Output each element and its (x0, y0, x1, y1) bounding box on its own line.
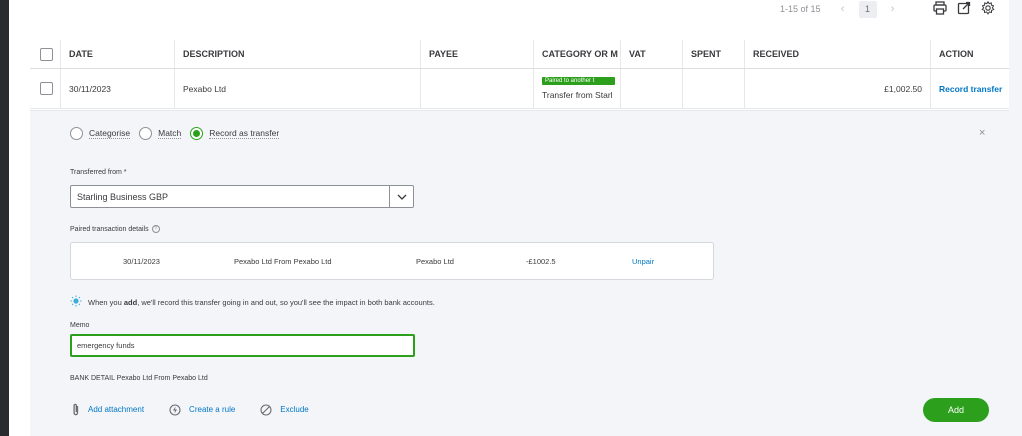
lightning-icon (169, 403, 181, 416)
row-category-text: Transfer from Starl (542, 90, 613, 100)
prev-page-button[interactable]: ‹ (837, 3, 849, 15)
transferred-from-select[interactable]: Starling Business GBP (70, 185, 414, 208)
radio-match-button[interactable] (139, 127, 153, 140)
exclude-label: Exclude (280, 405, 309, 414)
bank-detail-text: BANK DETAIL Pexabo Ltd From Pexabo Ltd (70, 375, 208, 382)
col-payee[interactable]: PAYEE (420, 40, 533, 68)
info-text-post: , we'll record this transfer going in an… (137, 297, 435, 307)
select-all-checkbox[interactable] (40, 47, 53, 61)
help-icon[interactable]: ? (151, 225, 160, 233)
radio-categorise[interactable]: Categorise (70, 127, 131, 140)
col-category[interactable]: CATEGORY OR M (533, 40, 620, 68)
create-rule-link[interactable]: Create a rule (169, 403, 236, 416)
pagination: 1-15 of 15 ‹ 1 › (780, 0, 899, 18)
row-payee (420, 69, 533, 108)
radio-match[interactable]: Match (139, 127, 182, 140)
transferred-from-value: Starling Business GBP (77, 191, 169, 202)
paired-amount: -£1002.5 (526, 257, 556, 266)
row-vat (620, 69, 682, 108)
table-header: DATE DESCRIPTION PAYEE CATEGORY OR M VAT… (30, 40, 1009, 69)
block-icon (260, 403, 272, 416)
record-transfer-link[interactable]: Record transfer (939, 84, 1002, 94)
row-action-cell: Record transfer (930, 69, 1009, 108)
row-received: £1,002.50 (744, 69, 930, 108)
paired-date: 30/11/2023 (123, 257, 160, 266)
row-date: 30/11/2023 (60, 69, 174, 108)
add-button[interactable]: Add (923, 398, 989, 422)
paired-details-label: Paired transaction details? (70, 225, 160, 233)
paired-payee: Pexabo Ltd (416, 257, 454, 266)
col-vat[interactable]: VAT (620, 40, 682, 68)
create-rule-label: Create a rule (189, 405, 236, 414)
next-page-button[interactable]: › (887, 3, 899, 15)
info-text-bold: add (123, 297, 138, 307)
col-description[interactable]: DESCRIPTION (174, 40, 420, 68)
close-panel-button[interactable]: × (979, 127, 985, 139)
paired-details-label-text: Paired transaction details (70, 225, 149, 233)
current-page-button[interactable]: 1 (858, 0, 877, 18)
info-text-pre: When you (88, 297, 124, 307)
transfer-info-message: When you add, we'll record this transfer… (70, 295, 435, 309)
radio-record-transfer-button[interactable] (190, 127, 204, 140)
action-mode-radios: Categorise Match Record as transfer (70, 127, 288, 140)
paperclip-icon (73, 403, 79, 416)
chevron-down-icon[interactable] (389, 186, 413, 207)
paired-description: Pexabo Ltd From Pexabo Ltd (234, 257, 332, 266)
print-icon[interactable] (933, 1, 947, 15)
window-right-edge (1009, 0, 1022, 436)
row-spent (682, 69, 744, 108)
pagination-count: 1-15 of 15 (780, 4, 821, 14)
add-attachment-link[interactable]: Add attachment (72, 403, 144, 416)
radio-record-transfer-label[interactable]: Record as transfer (209, 128, 280, 139)
row-description: Pexabo Ltd (174, 69, 420, 108)
transferred-from-label: Transferred from * (70, 169, 127, 176)
memo-input[interactable]: emergency funds (70, 334, 415, 357)
row-checkbox[interactable] (40, 82, 53, 95)
col-received[interactable]: RECEIVED (744, 40, 930, 68)
paired-transaction-box: 30/11/2023 Pexabo Ltd From Pexabo Ltd Pe… (70, 242, 714, 280)
col-date[interactable]: DATE (60, 40, 174, 68)
lightbulb-icon (70, 295, 82, 309)
transaction-detail-panel: Categorise Match Record as transfer × Tr… (30, 110, 1009, 436)
window-left-edge (0, 0, 9, 436)
radio-record-transfer[interactable]: Record as transfer (190, 127, 280, 140)
row-select-cell (30, 69, 60, 108)
add-attachment-label: Add attachment (88, 405, 145, 414)
memo-label: Memo (70, 322, 90, 329)
exclude-link[interactable]: Exclude (260, 403, 309, 416)
col-spent[interactable]: SPENT (682, 40, 744, 68)
table-row[interactable]: 30/11/2023 Pexabo Ltd Paired to another … (30, 69, 1009, 109)
export-icon[interactable] (957, 1, 971, 15)
select-all-cell (30, 40, 60, 68)
col-action: ACTION (930, 40, 1009, 68)
radio-categorise-label[interactable]: Categorise (89, 128, 131, 139)
radio-match-label[interactable]: Match (158, 128, 182, 139)
unpair-link[interactable]: Unpair (632, 257, 654, 266)
radio-categorise-button[interactable] (70, 127, 83, 140)
paired-status-badge: Paired to another t (542, 77, 615, 85)
panel-actions: Add attachment Create a rule Exclude (72, 403, 334, 416)
table-tools (933, 0, 995, 16)
gear-icon[interactable] (981, 1, 995, 15)
row-category[interactable]: Paired to another t Transfer from Starl (533, 69, 620, 108)
